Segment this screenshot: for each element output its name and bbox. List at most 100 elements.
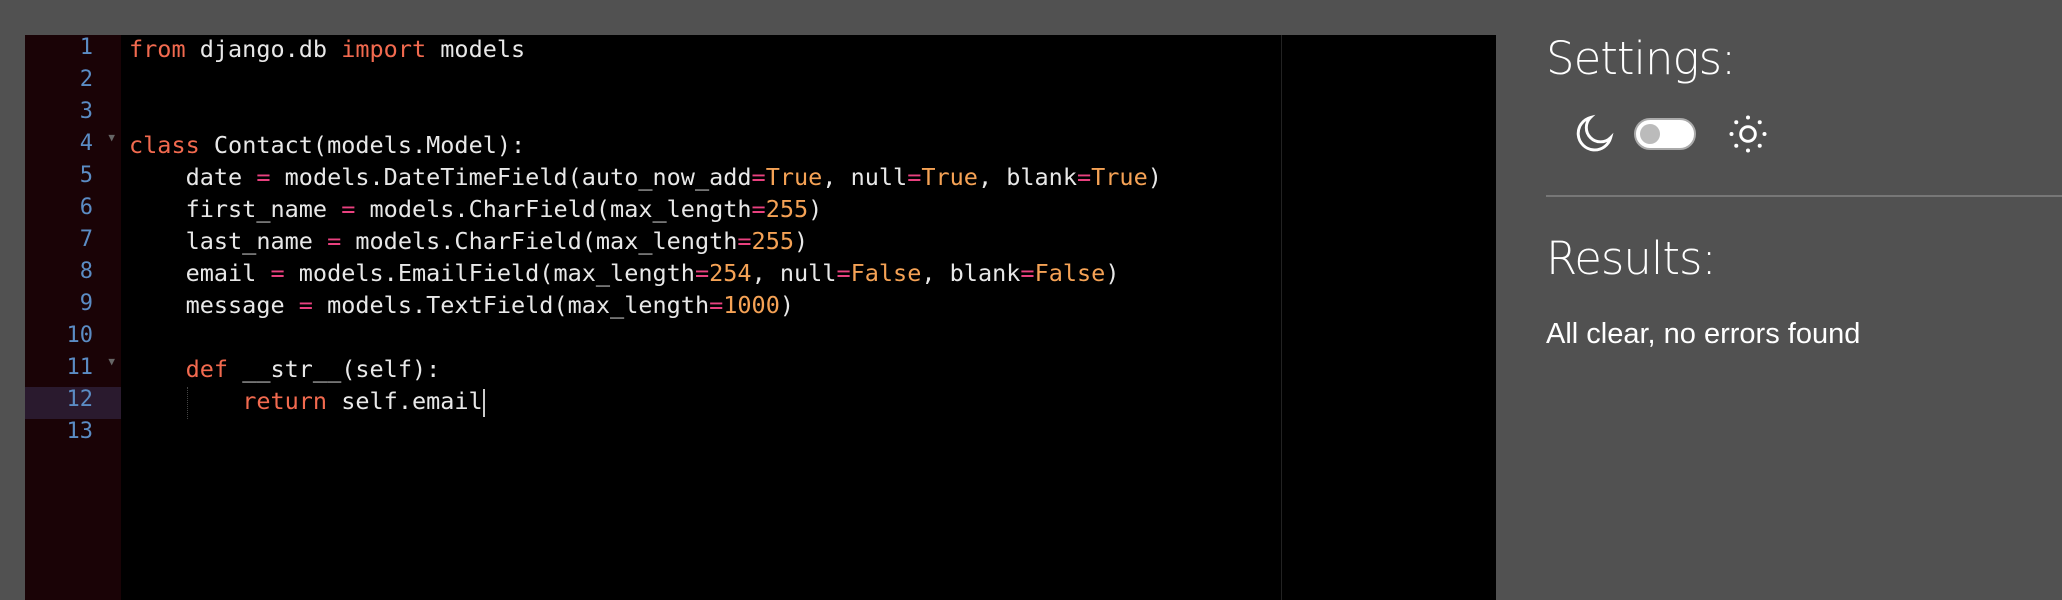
fold-arrow-icon[interactable]: ▼ (108, 355, 115, 368)
code-token: = (836, 259, 851, 287)
code-line: def __str__(self): (129, 355, 441, 387)
code-token: True (1091, 163, 1148, 191)
code-token: 255 (751, 227, 794, 255)
code-token: = (270, 259, 285, 287)
code-token: 1000 (723, 291, 780, 319)
code-token: models (426, 35, 526, 63)
code-token: 254 (709, 259, 752, 287)
code-token: = (737, 227, 752, 255)
print-margin (1281, 35, 1282, 600)
line-number-text: 2 (79, 67, 93, 92)
code-token: Contact(models.Model): (199, 131, 526, 159)
line-number-text: 5 (79, 163, 93, 188)
code-line: class Contact(models.Model): (129, 131, 525, 163)
code-token: = (298, 291, 313, 319)
code-token: self.email (327, 387, 483, 415)
code-token: , blank (921, 259, 1021, 287)
line-number-text: 3 (79, 99, 93, 124)
code-token: models.CharField(max_length (341, 227, 738, 255)
line-number-text: 1 (79, 35, 93, 60)
results-heading: Results: (1546, 232, 1717, 285)
code-token: ) (1105, 259, 1120, 287)
code-token: last_name (129, 227, 328, 255)
line-number: 10 (25, 323, 121, 355)
code-token: False (1034, 259, 1106, 287)
line-number-text: 7 (79, 227, 93, 252)
line-number: 4 ▼ (25, 131, 121, 163)
line-number-gutter: 1 2 3 4 ▼ 5 6 7 8 9 10 11 ▼ 12 13 (25, 35, 121, 600)
code-token: True (921, 163, 978, 191)
code-token: first_name (129, 195, 342, 223)
code-token: True (765, 163, 823, 191)
toggle-knob (1640, 124, 1660, 144)
code-token: django.db (185, 35, 342, 63)
code-token: ) (808, 195, 823, 223)
theme-toggle[interactable] (1634, 118, 1696, 150)
line-number: 2 (25, 67, 121, 99)
code-token: , null (822, 163, 908, 191)
line-number: 1 (25, 35, 121, 67)
code-token: = (709, 291, 724, 319)
code-token: return (242, 387, 328, 415)
code-token: 255 (765, 195, 809, 223)
code-token: False (850, 259, 922, 287)
line-number-text: 8 (79, 259, 93, 284)
line-number: 6 (25, 195, 121, 227)
fold-arrow-icon[interactable]: ▼ (108, 131, 115, 144)
line-number-text: 11 (66, 355, 94, 380)
code-line: last_name = models.CharField(max_length=… (129, 227, 809, 259)
sun-icon (1729, 115, 1767, 153)
line-number: 3 (25, 99, 121, 131)
code-token: = (327, 227, 342, 255)
code-line: date = models.DateTimeField(auto_now_add… (129, 163, 1162, 195)
line-number: 12 (25, 387, 121, 419)
code-token: email (129, 259, 271, 287)
settings-heading: Settings: (1546, 32, 1736, 85)
line-number: 13 (25, 419, 121, 451)
code-line: return self.email (129, 387, 485, 419)
text-cursor (482, 388, 485, 417)
line-number-text: 6 (79, 195, 93, 220)
code-token: from (129, 35, 186, 63)
code-token: = (1076, 163, 1092, 191)
code-token: = (751, 195, 766, 223)
moon-icon (1576, 114, 1614, 152)
line-number: 7 (25, 227, 121, 259)
line-number: 11 ▼ (25, 355, 121, 387)
code-token: def (185, 355, 229, 383)
code-line: first_name = models.CharField(max_length… (129, 195, 823, 227)
code-token: models.CharField(max_length (355, 195, 752, 223)
line-number-text: 13 (66, 419, 94, 444)
code-token: message (129, 291, 299, 319)
code-token: = (341, 195, 356, 223)
divider (1546, 195, 2062, 197)
line-number-text: 12 (66, 387, 94, 412)
code-token: import (341, 35, 427, 63)
code-token: models.DateTimeField(auto_now_add (270, 163, 752, 191)
code-token: date (129, 163, 257, 191)
code-token: class (129, 131, 200, 159)
code-editor[interactable]: 1 2 3 4 ▼ 5 6 7 8 9 10 11 ▼ 12 13 from django.db impor… (25, 35, 1496, 600)
line-number: 8 (25, 259, 121, 291)
code-line: email = models.EmailField(max_length=254… (129, 259, 1120, 291)
results-message: All clear, no errors found (1546, 318, 1861, 350)
code-token: = (751, 163, 766, 191)
line-number: 9 (25, 291, 121, 323)
code-token: ) (794, 227, 809, 255)
line-number-text: 10 (66, 323, 94, 348)
code-token: models.TextField(max_length (312, 291, 710, 319)
line-number-text: 9 (79, 291, 93, 316)
code-line: message = models.TextField(max_length=10… (129, 291, 794, 323)
code-token: = (1020, 259, 1035, 287)
code-token: ) (779, 291, 794, 319)
code-token: models.EmailField(max_length (284, 259, 695, 287)
code-line: from django.db import models (129, 35, 525, 67)
code-token: , blank (977, 163, 1077, 191)
code-token: = (694, 259, 710, 287)
line-number-text: 4 (79, 131, 93, 156)
code-token: ) (1147, 163, 1162, 191)
code-token: __str__(self): (228, 355, 441, 383)
line-number: 5 (25, 163, 121, 195)
code-token: = (256, 163, 271, 191)
